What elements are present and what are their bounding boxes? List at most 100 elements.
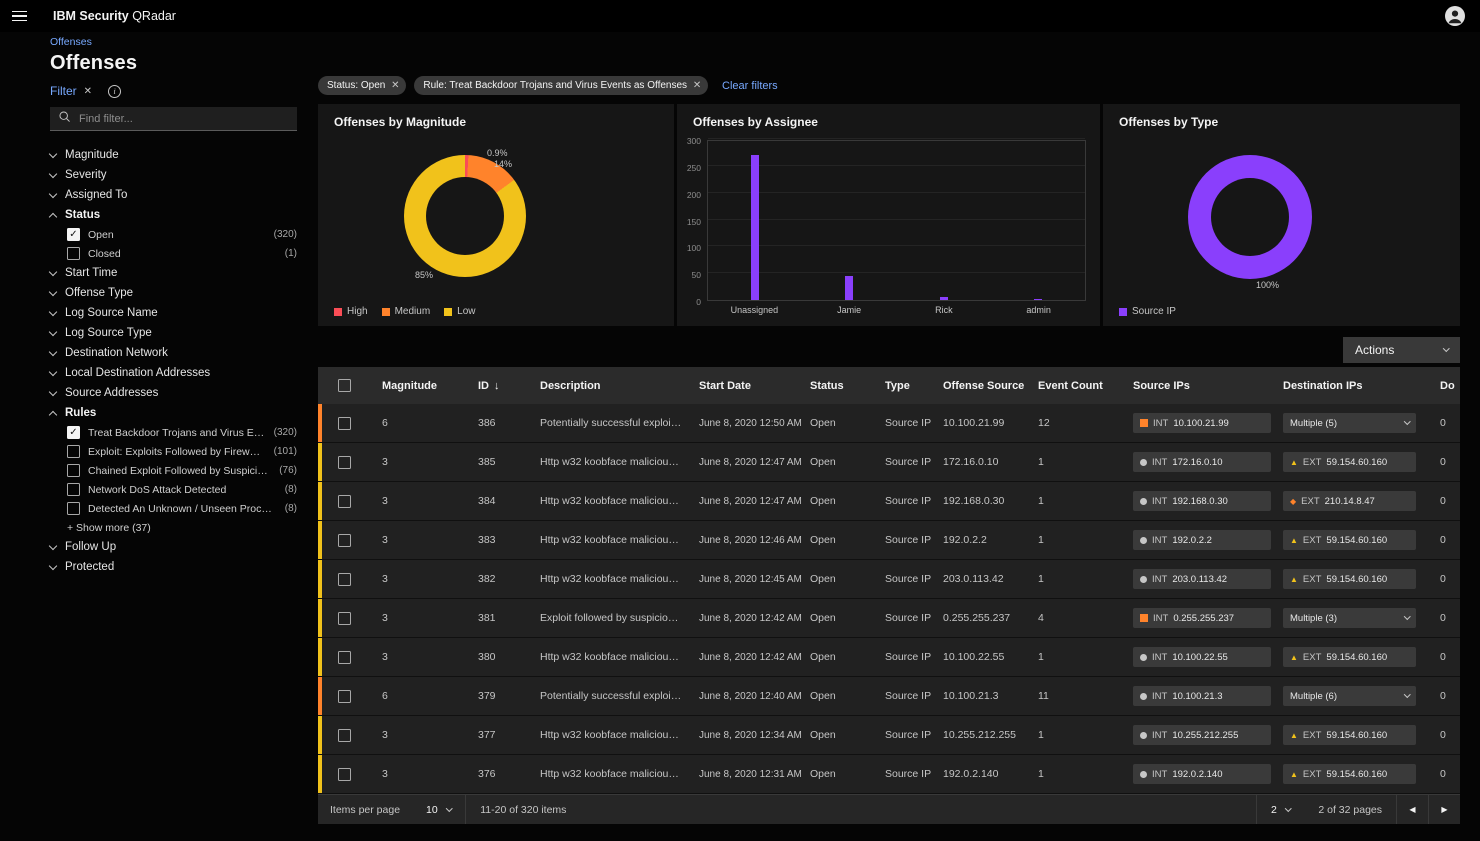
col-header-do[interactable]: Do — [1424, 380, 1460, 392]
sidebar-section-rules[interactable]: Rules — [50, 403, 297, 423]
table-row[interactable]: 3377Http w32 koobface malicious r...June… — [318, 716, 1460, 755]
sidebar-section-magnitude[interactable]: Magnitude — [50, 145, 297, 165]
source-ips-cell[interactable]: INT172.16.0.10 — [1117, 452, 1267, 472]
filter-search[interactable] — [50, 107, 297, 131]
row-checkbox[interactable] — [322, 456, 366, 469]
destination-ips-cell[interactable]: ▲EXT59.154.60.160 — [1267, 569, 1424, 589]
select-all-checkbox[interactable] — [322, 379, 366, 392]
checkbox[interactable] — [67, 502, 80, 515]
page-select[interactable]: 2 — [1257, 795, 1304, 824]
table-row[interactable]: 3381Exploit followed by suspicious...Jun… — [318, 599, 1460, 638]
sidebar-section-offense-type[interactable]: Offense Type — [50, 283, 297, 303]
source-ips-cell[interactable]: INT192.0.2.140 — [1117, 764, 1267, 784]
row-checkbox[interactable] — [322, 768, 366, 781]
checkbox[interactable] — [67, 445, 80, 458]
checkbox[interactable]: ✓ — [67, 426, 80, 439]
filter-option-detected-an-unknown-unseen-p[interactable]: Detected An Unknown / Unseen Process (Ba… — [50, 499, 297, 518]
row-checkbox[interactable] — [322, 729, 366, 742]
row-checkbox[interactable] — [322, 651, 366, 664]
row-checkbox[interactable] — [322, 495, 366, 508]
source-ip-pill[interactable]: INT192.0.2.140 — [1133, 764, 1271, 784]
table-row[interactable]: 3376Http w32 koobface malicious r...June… — [318, 755, 1460, 794]
actions-dropdown-button[interactable]: Actions — [1343, 337, 1460, 363]
show-more-link[interactable]: + Show more (37) — [50, 518, 297, 537]
destination-ip-pill[interactable]: ▲EXT59.154.60.160 — [1283, 452, 1416, 472]
row-checkbox[interactable] — [322, 534, 366, 547]
sidebar-section-source-addresses[interactable]: Source Addresses — [50, 383, 297, 403]
table-row[interactable]: 3382Http w32 koobface malicious r...June… — [318, 560, 1460, 599]
source-ip-pill[interactable]: INT10.100.22.55 — [1133, 647, 1271, 667]
sidebar-section-local-destination-addresses[interactable]: Local Destination Addresses — [50, 363, 297, 383]
sidebar-section-severity[interactable]: Severity — [50, 165, 297, 185]
source-ips-cell[interactable]: INT10.100.21.99 — [1117, 413, 1267, 433]
destination-ips-cell[interactable]: ▲EXT59.154.60.160 — [1267, 530, 1424, 550]
destination-ips-cell[interactable]: Multiple (6) — [1267, 686, 1424, 706]
filter-option-network-dos-attack-detected[interactable]: Network DoS Attack Detected(8) — [50, 480, 297, 499]
checkbox[interactable] — [67, 247, 80, 260]
col-header-event-count[interactable]: Event Count — [1022, 380, 1117, 392]
search-input[interactable] — [79, 113, 289, 125]
source-ip-pill[interactable]: INT172.16.0.10 — [1133, 452, 1271, 472]
info-icon[interactable]: i — [108, 85, 121, 98]
table-row[interactable]: 3385Http w32 koobface malicious r...June… — [318, 443, 1460, 482]
destination-ip-pill[interactable]: ▲EXT59.154.60.160 — [1283, 725, 1416, 745]
destination-ip-pill[interactable]: ▲EXT59.154.60.160 — [1283, 530, 1416, 550]
next-page-button[interactable]: ▶ — [1428, 795, 1460, 824]
items-per-page-select[interactable]: 10 — [412, 795, 465, 824]
table-row[interactable]: 3384Http w32 koobface malicious r...June… — [318, 482, 1460, 521]
sidebar-section-protected[interactable]: Protected — [50, 557, 297, 577]
destination-multiple-dropdown[interactable]: Multiple (5) — [1283, 413, 1416, 433]
remove-tag-icon[interactable]: ✕ — [690, 79, 704, 93]
sidebar-section-log-source-type[interactable]: Log Source Type — [50, 323, 297, 343]
source-ip-pill[interactable]: INT192.168.0.30 — [1133, 491, 1271, 511]
filter-option-exploit-exploits-followed-by[interactable]: Exploit: Exploits Followed by Firewall A… — [50, 442, 297, 461]
source-ips-cell[interactable]: INT203.0.113.42 — [1117, 569, 1267, 589]
destination-multiple-dropdown[interactable]: Multiple (3) — [1283, 608, 1416, 628]
sidebar-section-assigned-to[interactable]: Assigned To — [50, 185, 297, 205]
table-row[interactable]: 6386Potentially successful exploit ...Ju… — [318, 404, 1460, 443]
filter-close-icon[interactable]: ✕ — [84, 86, 92, 97]
breadcrumb[interactable]: Offenses — [50, 36, 92, 48]
source-ips-cell[interactable]: INT192.168.0.30 — [1117, 491, 1267, 511]
destination-multiple-dropdown[interactable]: Multiple (6) — [1283, 686, 1416, 706]
source-ip-pill[interactable]: INT0.255.255.237 — [1133, 608, 1271, 628]
sidebar-section-follow-up[interactable]: Follow Up — [50, 537, 297, 557]
sidebar-section-log-source-name[interactable]: Log Source Name — [50, 303, 297, 323]
col-header-description[interactable]: Description — [524, 380, 683, 392]
destination-ips-cell[interactable]: ◆EXT210.14.8.47 — [1267, 491, 1424, 511]
col-header-offense-source[interactable]: Offense Source — [927, 380, 1022, 392]
source-ip-pill[interactable]: INT10.255.212.255 — [1133, 725, 1271, 745]
hamburger-menu-icon[interactable] — [12, 11, 27, 22]
table-row[interactable]: 6379Potentially successful exploit ...Ju… — [318, 677, 1460, 716]
checkbox[interactable] — [67, 464, 80, 477]
col-header-type[interactable]: Type — [869, 380, 927, 392]
user-avatar-icon[interactable] — [1444, 5, 1466, 32]
col-header-destination-ips[interactable]: Destination IPs — [1267, 380, 1424, 392]
col-header-start-date[interactable]: Start Date — [683, 380, 794, 392]
source-ips-cell[interactable]: INT192.0.2.2 — [1117, 530, 1267, 550]
checkbox[interactable] — [67, 483, 80, 496]
col-header-source-ips[interactable]: Source IPs — [1117, 380, 1267, 392]
table-row[interactable]: 3383Http w32 koobface malicious r...June… — [318, 521, 1460, 560]
col-header-status[interactable]: Status — [794, 380, 869, 392]
destination-ip-pill[interactable]: ▲EXT59.154.60.160 — [1283, 569, 1416, 589]
filter-option-open[interactable]: ✓Open(320) — [50, 225, 297, 244]
table-row[interactable]: 3380Http w32 koobface malicious r...June… — [318, 638, 1460, 677]
source-ips-cell[interactable]: INT0.255.255.237 — [1117, 608, 1267, 628]
source-ips-cell[interactable]: INT10.255.212.255 — [1117, 725, 1267, 745]
source-ip-pill[interactable]: INT10.100.21.99 — [1133, 413, 1271, 433]
row-checkbox[interactable] — [322, 690, 366, 703]
row-checkbox[interactable] — [322, 573, 366, 586]
destination-ips-cell[interactable]: ▲EXT59.154.60.160 — [1267, 452, 1424, 472]
previous-page-button[interactable]: ◀ — [1396, 795, 1428, 824]
destination-ips-cell[interactable]: Multiple (3) — [1267, 608, 1424, 628]
destination-ip-pill[interactable]: ▲EXT59.154.60.160 — [1283, 647, 1416, 667]
source-ip-pill[interactable]: INT10.100.21.3 — [1133, 686, 1271, 706]
sidebar-section-destination-network[interactable]: Destination Network — [50, 343, 297, 363]
filter-option-closed[interactable]: Closed(1) — [50, 244, 297, 263]
remove-tag-icon[interactable]: ✕ — [388, 79, 402, 93]
source-ips-cell[interactable]: INT10.100.22.55 — [1117, 647, 1267, 667]
filter-option-chained-exploit-followed-by-[interactable]: Chained Exploit Followed by Suspicious E… — [50, 461, 297, 480]
source-ips-cell[interactable]: INT10.100.21.3 — [1117, 686, 1267, 706]
checkbox[interactable]: ✓ — [67, 228, 80, 241]
